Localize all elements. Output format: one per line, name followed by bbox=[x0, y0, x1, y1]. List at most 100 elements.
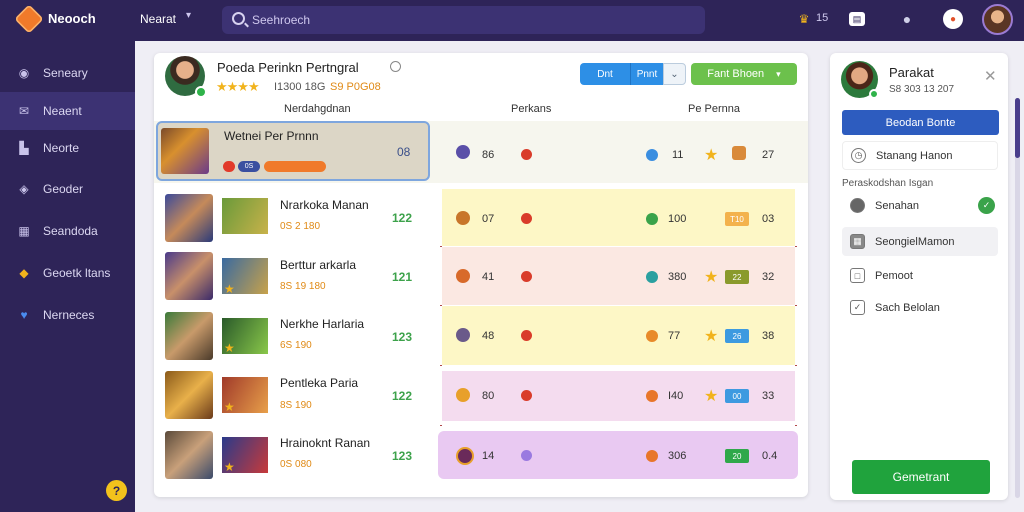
trophy-icon[interactable]: ♛ bbox=[794, 9, 814, 29]
sidebar-item-calendar[interactable]: ▦ Seandoda bbox=[0, 212, 135, 250]
scrollbar-track[interactable] bbox=[1015, 98, 1020, 498]
cell-value: I40 bbox=[668, 390, 684, 402]
row-sub: 0S 080 bbox=[280, 459, 312, 470]
blue-dot-icon bbox=[646, 149, 658, 161]
record-icon[interactable]: ● bbox=[943, 9, 963, 29]
timer-icon: ◷ bbox=[851, 148, 866, 163]
cell-value: 32 bbox=[762, 271, 775, 283]
orange-dot-icon bbox=[646, 450, 658, 462]
unit-image bbox=[222, 198, 268, 234]
sidebar-item-gem[interactable]: ◈ Geoder bbox=[0, 170, 135, 208]
user-avatar[interactable] bbox=[982, 4, 1013, 35]
search-input[interactable] bbox=[252, 10, 672, 30]
star-icon: ★ bbox=[224, 282, 235, 296]
check-toggle-icon[interactable]: ✓ bbox=[978, 197, 995, 214]
purple-dot-icon bbox=[521, 450, 532, 461]
chevron-down-icon[interactable]: ⌄ bbox=[663, 63, 686, 85]
sidebar-item-dashboard[interactable]: ◉ Seneary bbox=[0, 54, 135, 92]
panel-item[interactable]: Senahan bbox=[842, 191, 998, 220]
chevron-down-icon: ▾ bbox=[776, 68, 781, 79]
dnt-button[interactable]: Dnt bbox=[580, 63, 630, 85]
inbox-icon[interactable]: ▤ bbox=[849, 12, 865, 26]
row-code: 123 bbox=[392, 449, 413, 463]
search-bar[interactable] bbox=[222, 6, 705, 34]
chart-icon: ▙ bbox=[19, 141, 29, 155]
sidebar-item-heart[interactable]: ♥ Nerneces bbox=[0, 296, 135, 334]
star-icon: ★ bbox=[224, 400, 235, 414]
unit-icon bbox=[456, 388, 470, 402]
primary-action-button[interactable]: Fant Bhoen ▾ bbox=[691, 63, 797, 85]
confirm-button[interactable]: Gemetrant bbox=[852, 460, 990, 494]
orange-dot-icon bbox=[646, 390, 658, 402]
cell-value: 80 bbox=[482, 390, 495, 402]
bell-icon[interactable]: ● bbox=[897, 9, 917, 29]
primary-action-label: Fant Bhoen bbox=[707, 68, 765, 80]
page-title: Poeda Perinkn Pertngral bbox=[217, 60, 359, 75]
logo-icon bbox=[14, 4, 44, 34]
red-dot-icon bbox=[521, 330, 532, 341]
hero-avatar bbox=[165, 56, 207, 98]
panel-hint: Peraskodshan Isgan bbox=[842, 178, 934, 189]
cell-value: 27 bbox=[762, 149, 775, 161]
sidebar-item-send[interactable]: ✉ Neaent bbox=[0, 92, 135, 130]
cell-value: 07 bbox=[482, 213, 495, 225]
panel-item[interactable]: ▦ SeongielMamon bbox=[842, 227, 998, 256]
star-icon: ★ bbox=[704, 388, 719, 405]
workspace-selector[interactable]: Nearat bbox=[140, 12, 176, 26]
notif-count: 15 bbox=[816, 12, 829, 24]
row-badge: 20 bbox=[725, 449, 749, 463]
star-icon: ★ bbox=[704, 147, 719, 164]
hero-code: 08 bbox=[397, 145, 411, 159]
panel-item[interactable]: ◷ Stanang Hanon bbox=[842, 141, 998, 170]
cell-value: 03 bbox=[762, 213, 775, 225]
row-code: 122 bbox=[392, 211, 413, 225]
unit-icon bbox=[456, 145, 470, 159]
row-sub: 6S 190 bbox=[280, 340, 312, 351]
red-dot-icon bbox=[521, 213, 532, 224]
sidebar-item-label: Seneary bbox=[43, 66, 88, 80]
scrollbar-thumb[interactable] bbox=[1015, 98, 1020, 158]
column-header: Nerdahgdnan bbox=[284, 103, 351, 115]
sidebar-item-chat[interactable]: ◆ Geoetk ltans bbox=[0, 254, 135, 292]
row-sub: 8S 190 bbox=[280, 400, 312, 411]
hero-name: Wetnei Per Prnnn bbox=[224, 129, 319, 143]
cell-value: 41 bbox=[482, 271, 495, 283]
close-icon[interactable]: ✕ bbox=[984, 67, 997, 85]
cell-value: 100 bbox=[668, 213, 687, 225]
pnnt-button[interactable]: Pnnt bbox=[630, 63, 663, 85]
hero-meta: I1300 18G bbox=[274, 81, 326, 93]
profile-name: Parakat bbox=[889, 65, 934, 80]
panel-item[interactable]: □ Pemoot bbox=[842, 261, 998, 290]
sidebar-item-label: Geoetk ltans bbox=[43, 266, 111, 280]
cell-value: 86 bbox=[482, 149, 495, 161]
hero-portrait bbox=[165, 194, 213, 242]
hero-portrait bbox=[165, 312, 213, 360]
red-dot-icon bbox=[521, 271, 532, 282]
top-bar: Neooch Nearat ▾ ♛ 15 ▤ ● ● bbox=[0, 0, 1024, 41]
rating-stars-icon: ★★★★ bbox=[216, 79, 260, 94]
row-name: Nerkhe Harlaria bbox=[280, 317, 365, 331]
cell-value: 14 bbox=[482, 450, 495, 462]
profile-action-button[interactable]: Beodan Bonte bbox=[842, 110, 999, 135]
row-name: Nrarkoka Manan bbox=[280, 198, 369, 212]
calendar-icon: ▦ bbox=[18, 224, 30, 238]
sidebar-item-chart[interactable]: ▙ Neorte bbox=[0, 129, 135, 167]
green-dot-icon bbox=[646, 213, 658, 225]
chevron-down-icon[interactable]: ▾ bbox=[186, 10, 191, 21]
hero-portrait bbox=[161, 128, 209, 174]
red-dot-icon bbox=[521, 149, 532, 160]
panel-item[interactable]: ✓ Sach Belolan bbox=[842, 293, 998, 322]
fire-icon bbox=[223, 161, 235, 172]
detail-panel: Parakat S8 303 13 207 ✕ Beodan Bonte ◷ St… bbox=[830, 53, 1008, 500]
selected-hero-card[interactable]: Wetnei Per Prnnn 0S 08 bbox=[156, 121, 430, 181]
help-button[interactable]: ? bbox=[106, 480, 127, 501]
gem-icon: ◈ bbox=[19, 182, 29, 196]
row-badge: T10 bbox=[725, 212, 749, 226]
sidebar-item-label: Nerneces bbox=[43, 308, 95, 322]
star-icon: ★ bbox=[704, 328, 719, 345]
toggle-knob-icon bbox=[850, 198, 865, 213]
hero-portrait bbox=[165, 371, 213, 419]
unit-icon bbox=[456, 269, 470, 283]
sidebar-item-label: Geoder bbox=[43, 182, 84, 196]
row-badge: 00 bbox=[725, 389, 749, 403]
